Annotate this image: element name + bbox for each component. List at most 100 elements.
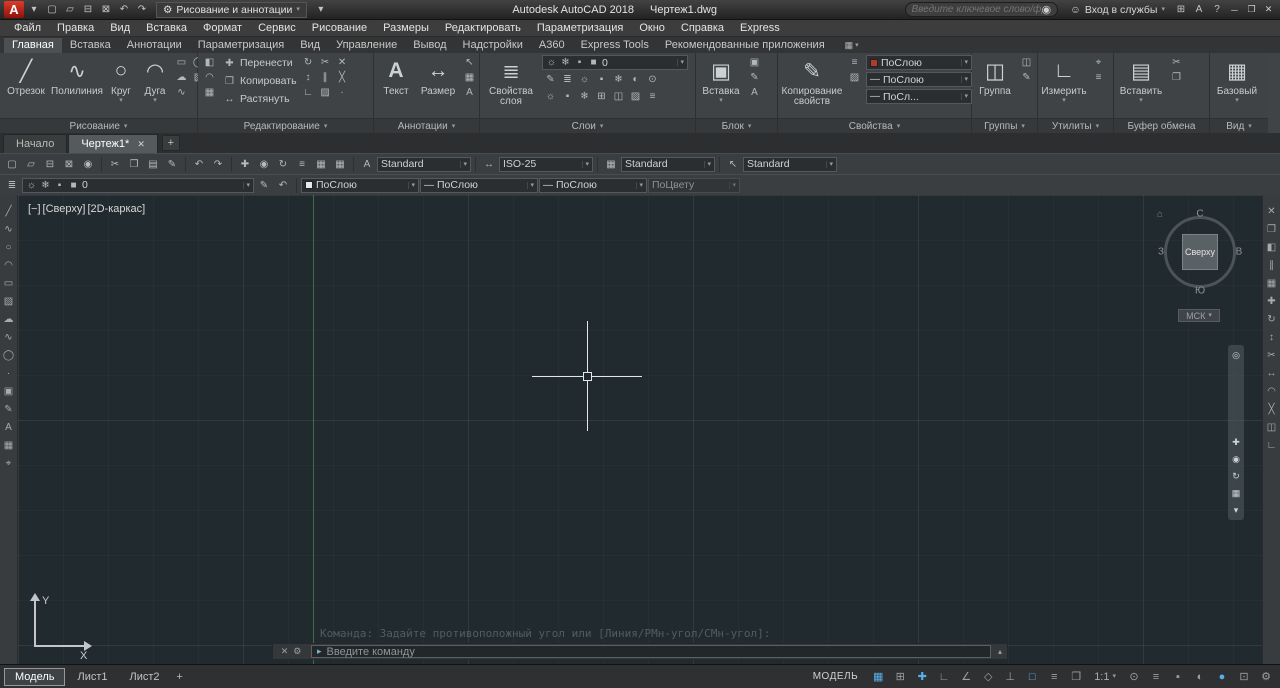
tab-home[interactable]: Главная (4, 38, 62, 53)
table-style-dropdown[interactable]: Standard ▾ (621, 157, 715, 172)
save-icon[interactable]: ⊟ (41, 156, 59, 173)
attributes-icon[interactable]: A (746, 85, 763, 100)
designcenter-icon[interactable]: ▦ (312, 156, 330, 173)
text-style-icon[interactable]: A (461, 85, 478, 100)
panel-label-clipboard[interactable]: Буфер обмена (1114, 118, 1209, 133)
rotate-icon[interactable]: ↻ (300, 55, 317, 70)
group-edit-icon[interactable]: ✎ (1018, 70, 1035, 85)
insert-block-button[interactable]: ▣ Вставка ▾ (699, 55, 743, 104)
help-icon[interactable]: ? (1209, 2, 1225, 18)
view-control[interactable]: [Сверху] (43, 203, 86, 215)
scale-icon[interactable]: ↕ (300, 70, 317, 85)
compass-west[interactable]: З (1158, 247, 1164, 258)
panel-label-annotation[interactable]: Аннотации ▾ (374, 118, 479, 133)
measure-icon[interactable]: ∟ (300, 85, 317, 100)
table-icon[interactable]: ▦ (1, 437, 17, 453)
properties-icon[interactable]: ≡ (293, 156, 311, 173)
compass-east[interactable]: В (1236, 247, 1243, 258)
paste-icon[interactable]: ▤ (144, 156, 162, 173)
spline-icon[interactable]: ∿ (173, 85, 190, 100)
layer-tool-icon[interactable]: ≡ (644, 89, 661, 104)
showmotion-icon[interactable]: ▦ (1229, 486, 1243, 500)
text-style-dropdown[interactable]: Standard ▾ (377, 157, 471, 172)
transparency-icon[interactable]: ▨ (846, 70, 863, 85)
menu-file[interactable]: Файл (6, 22, 49, 34)
open-file-icon[interactable]: ▱ (62, 2, 78, 18)
menu-help[interactable]: Справка (673, 22, 732, 34)
layer-tool-icon[interactable]: ▪ (593, 72, 610, 87)
paste-button[interactable]: ▤ Вставить ▾ (1117, 55, 1165, 104)
edit-block-icon[interactable]: ✎ (746, 70, 763, 85)
snap-toggle-icon[interactable]: ⊞ (890, 668, 910, 686)
id-point-icon[interactable]: ⌖ (1, 455, 17, 471)
copy-icon[interactable]: ❐ (1264, 221, 1280, 237)
workspace-switcher[interactable]: ⚙ Рисование и аннотации ▾ (156, 2, 307, 18)
menu-window[interactable]: Окно (631, 22, 673, 34)
layer-tool-icon[interactable]: ▨ (627, 89, 644, 104)
move-button[interactable]: ✚ Перенести (221, 55, 297, 71)
orbit-icon[interactable]: ↻ (1229, 469, 1243, 483)
grid-toggle-icon[interactable]: ▦ (868, 668, 888, 686)
file-tab-start[interactable]: Начало (3, 134, 67, 153)
object-color-dropdown[interactable]: ПоСлою ▾ (866, 55, 972, 70)
fillet-icon[interactable]: ◠ (1264, 383, 1280, 399)
layer-tool-icon[interactable]: ☼ (576, 72, 593, 87)
search-input[interactable] (912, 4, 1042, 15)
pan-icon[interactable]: ✚ (1229, 435, 1243, 449)
trim-icon[interactable]: ✂ (317, 55, 334, 70)
tab-output[interactable]: Вывод (405, 38, 454, 53)
tab-view[interactable]: Вид (292, 38, 328, 53)
rectangle-icon[interactable]: ▭ (1, 275, 17, 291)
layer-previous-icon[interactable]: ↶ (274, 177, 292, 194)
zoom-icon[interactable]: ◉ (1229, 452, 1243, 466)
menu-parametric[interactable]: Параметризация (529, 22, 631, 34)
new-drawing-tab-button[interactable]: + (162, 135, 180, 151)
layer-tool-icon[interactable]: ◐ (627, 72, 644, 87)
panel-label-utilities[interactable]: Утилиты ▾ (1038, 118, 1113, 133)
command-input[interactable]: ▸ Введите команду (311, 645, 991, 658)
make-block-icon[interactable]: ✎ (1, 401, 17, 417)
ucs-dropdown-badge[interactable]: МСК ▾ (1178, 309, 1220, 322)
open-file-icon[interactable]: ▱ (22, 156, 40, 173)
viewport-menu-control[interactable]: [−] (28, 203, 41, 215)
menu-format[interactable]: Формат (195, 22, 250, 34)
array-icon[interactable]: ▦ (201, 85, 218, 100)
layer-tool-icon[interactable]: ❄ (576, 89, 593, 104)
copy-icon[interactable]: ❐ (125, 156, 143, 173)
mleader-style-dropdown[interactable]: Standard ▾ (743, 157, 837, 172)
revision-cloud-icon[interactable]: ☁ (173, 70, 190, 85)
ungroup-icon[interactable]: ◫ (1018, 55, 1035, 70)
menu-draw[interactable]: Рисование (304, 22, 375, 34)
tab-manage[interactable]: Управление (328, 38, 405, 53)
hatch-icon[interactable]: ▨ (1, 293, 17, 309)
viewcube[interactable]: ⌂ Сверху С Ю З В (1155, 207, 1245, 297)
annotation-scale-control[interactable]: 1:1 ▾ (1088, 671, 1122, 683)
restore-button[interactable]: ❐ (1244, 2, 1259, 17)
qat-customize-icon[interactable]: ▾ (313, 2, 329, 18)
insert-block-icon[interactable]: ▣ (1, 383, 17, 399)
lineweight-toggle-icon[interactable]: ≡ (1044, 668, 1064, 686)
graphics-performance-icon[interactable]: ● (1212, 668, 1232, 686)
linetype-control-dropdown[interactable]: — ПоСлою ▾ (420, 178, 538, 193)
explode-icon[interactable]: ╳ (1264, 401, 1280, 417)
measure-button[interactable]: ∟ Измерить ▾ (1041, 55, 1087, 104)
new-file-icon[interactable]: ▢ (44, 2, 60, 18)
quick-properties-icon[interactable]: ≡ (1146, 668, 1166, 686)
app-logo-icon[interactable]: A (4, 1, 24, 18)
plot-preview-icon[interactable]: ◉ (79, 156, 97, 173)
layer-tool-icon[interactable]: ⊞ (593, 89, 610, 104)
new-file-icon[interactable]: ▢ (3, 156, 21, 173)
arc-icon[interactable]: ◠ (1, 257, 17, 273)
new-layout-button[interactable]: + (172, 669, 188, 685)
customize-gear-icon[interactable]: ⚙ (1256, 668, 1276, 686)
clean-screen-icon[interactable]: ⊡ (1234, 668, 1254, 686)
color-control-dropdown[interactable]: ПоСлою ▾ (301, 178, 419, 193)
revision-cloud-icon[interactable]: ☁ (1, 311, 17, 327)
menu-view[interactable]: Вид (102, 22, 138, 34)
tab-layout1[interactable]: Лист1 (67, 668, 117, 686)
rectangle-icon[interactable]: ▭ (173, 55, 190, 70)
ribbon-collapse-button[interactable]: ▦ ▾ (841, 40, 863, 53)
dim-style-dropdown[interactable]: ISO-25 ▾ (499, 157, 593, 172)
lineweight-control-dropdown[interactable]: — ПоСлою ▾ (539, 178, 647, 193)
panel-label-draw[interactable]: Рисование ▾ (0, 118, 197, 133)
